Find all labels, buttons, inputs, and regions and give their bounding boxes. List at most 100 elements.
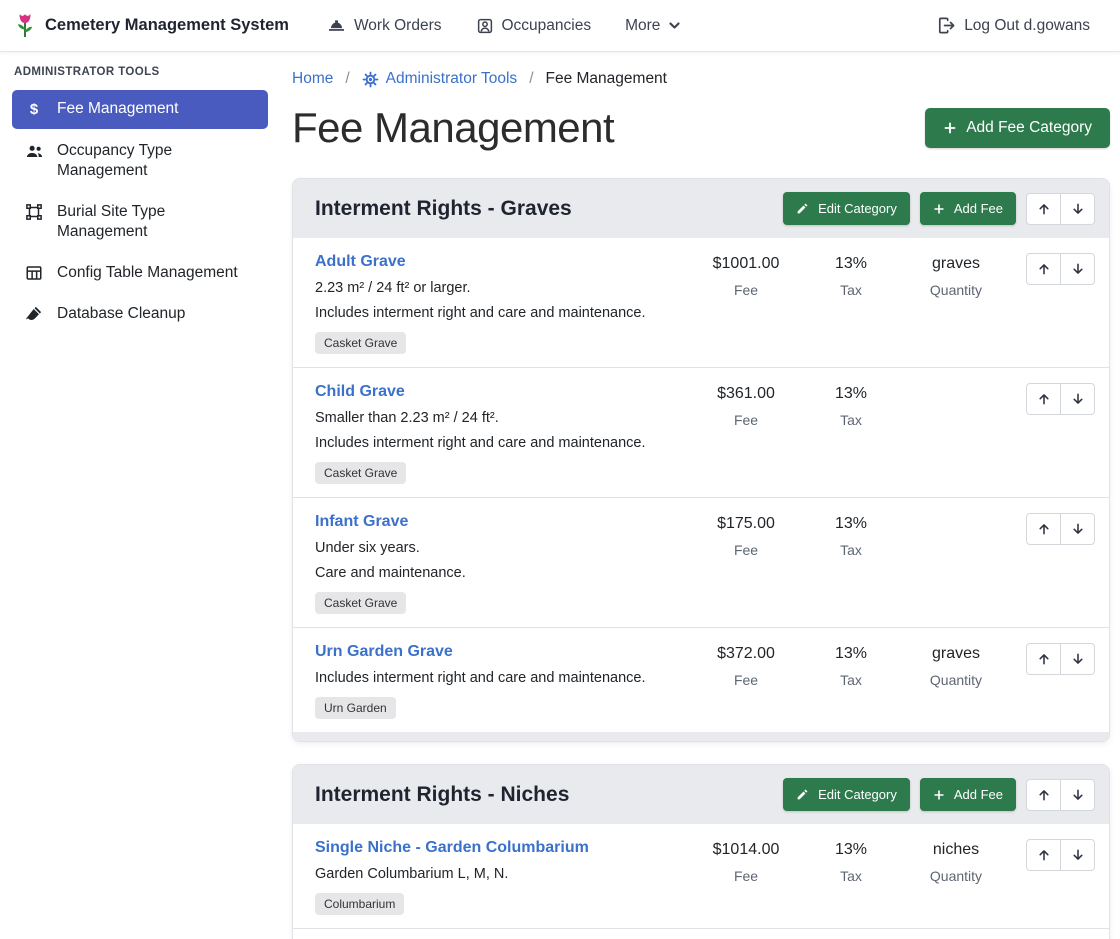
plus-icon <box>933 203 945 215</box>
fee-amount-column: $1014.00 Fee <box>691 839 801 884</box>
arrow-down-icon <box>1071 848 1085 862</box>
fee-amount-column: $175.00 Fee <box>691 513 801 558</box>
fee-amount-label: Fee <box>691 542 801 558</box>
edit-category-button[interactable]: Edit Category <box>783 778 910 811</box>
fee-type-badge: Urn Garden <box>315 697 396 719</box>
occupancies-icon <box>476 17 494 35</box>
sidebar-item-label: Occupancy Type Management <box>57 141 256 181</box>
arrow-up-icon <box>1037 848 1051 862</box>
fee-quantity-column: niches Quantity <box>901 839 1011 884</box>
move-category-down-button[interactable] <box>1060 779 1095 811</box>
edit-category-label: Edit Category <box>818 787 897 802</box>
breadcrumb-home-link[interactable]: Home <box>292 70 333 88</box>
add-fee-label: Add Fee <box>954 787 1003 802</box>
fee-amount-value: $1014.00 <box>691 841 801 859</box>
fee-description: Garden Columbarium L, M, N. <box>315 866 691 882</box>
vector-square-icon <box>24 203 44 221</box>
arrow-down-icon <box>1071 788 1085 802</box>
fee-type-badge: Casket Grave <box>315 462 406 484</box>
main-content: Home / Administrator Tools / Fee Managem… <box>280 52 1120 939</box>
gear-icon <box>362 71 379 88</box>
move-fee-down-button[interactable] <box>1060 643 1095 675</box>
fee-quantity-column: graves Quantity <box>901 253 1011 298</box>
move-fee-up-button[interactable] <box>1026 839 1061 871</box>
logout-button[interactable]: Log Out d.gowans <box>925 8 1102 43</box>
fee-name-link[interactable]: Urn Garden Grave <box>315 643 453 661</box>
edit-category-label: Edit Category <box>818 201 897 216</box>
fee-row: Infant Grave Under six years. Care and ma… <box>293 498 1109 628</box>
move-fee-up-button[interactable] <box>1026 643 1061 675</box>
move-fee-down-button[interactable] <box>1060 513 1095 545</box>
fee-tax-value: 13% <box>801 385 901 403</box>
category-header: Interment Rights - Graves Edit Category … <box>293 179 1109 238</box>
fee-info: Infant Grave Under six years. Care and ma… <box>315 513 691 614</box>
fee-description: Under six years. <box>315 540 691 556</box>
fee-quantity-label: Quantity <box>901 672 1011 688</box>
move-fee-up-button[interactable] <box>1026 513 1061 545</box>
fee-description: Care and maintenance. <box>315 565 691 581</box>
fee-tax-value: 13% <box>801 841 901 859</box>
add-fee-button[interactable]: Add Fee <box>920 192 1016 225</box>
fee-tax-column: 13% Tax <box>801 513 901 558</box>
fee-name-link[interactable]: Adult Grave <box>315 253 406 271</box>
move-fee-down-button[interactable] <box>1060 253 1095 285</box>
fee-tax-column: 13% Tax <box>801 253 901 298</box>
nav-more-label: More <box>625 17 660 35</box>
app: { "navbar": { "brand": "Cemetery Managem… <box>0 0 1120 939</box>
fee-name-link[interactable]: Single Niche - Garden Columbarium <box>315 839 589 857</box>
fee-category-card: Interment Rights - Niches Edit Category … <box>292 764 1110 939</box>
move-fee-up-button[interactable] <box>1026 383 1061 415</box>
move-category-up-button[interactable] <box>1026 193 1061 225</box>
sidebar-heading: ADMINISTRATOR TOOLS <box>14 66 266 78</box>
nav-more[interactable]: More <box>613 9 693 43</box>
category-actions: Edit Category Add Fee <box>783 778 1095 811</box>
fee-category-card: Interment Rights - Graves Edit Category … <box>292 178 1110 742</box>
fee-name-link[interactable]: Child Grave <box>315 383 405 401</box>
move-category-up-button[interactable] <box>1026 779 1061 811</box>
sidebar-item-burial-site-type-management[interactable]: Burial Site Type Management <box>12 193 268 251</box>
nav-work-orders[interactable]: Work Orders <box>315 8 454 43</box>
sidebar-item-fee-management[interactable]: $ Fee Management <box>12 90 268 129</box>
fee-amount-column: $1001.00 Fee <box>691 253 801 298</box>
fee-amount-label: Fee <box>691 412 801 428</box>
add-fee-button[interactable]: Add Fee <box>920 778 1016 811</box>
sidebar-item-label: Config Table Management <box>57 263 238 283</box>
move-category-down-button[interactable] <box>1060 193 1095 225</box>
fee-quantity-column <box>901 383 1011 394</box>
add-fee-category-label: Add Fee Category <box>966 119 1092 137</box>
move-fee-up-button[interactable] <box>1026 253 1061 285</box>
fee-amount-column: $372.00 Fee <box>691 643 801 688</box>
fee-amount-value: $372.00 <box>691 645 801 663</box>
app-brand[interactable]: Cemetery Management System <box>14 12 289 39</box>
people-icon <box>24 142 44 161</box>
breadcrumb-admin-tools-label: Administrator Tools <box>386 70 518 88</box>
add-fee-category-button[interactable]: Add Fee Category <box>925 108 1110 148</box>
fee-descriptions: Smaller than 2.23 m² / 24 ft².Includes i… <box>315 410 691 451</box>
page-title: Fee Management <box>292 104 614 152</box>
fee-type-badge: Casket Grave <box>315 592 406 614</box>
plus-icon <box>943 121 957 135</box>
fee-name-link[interactable]: Infant Grave <box>315 513 408 531</box>
sidebar-item-config-table-management[interactable]: Config Table Management <box>12 254 268 292</box>
fee-amount-label: Fee <box>691 282 801 298</box>
category-header: Interment Rights - Niches Edit Category … <box>293 765 1109 824</box>
arrow-down-icon <box>1071 392 1085 406</box>
breadcrumb-separator: / <box>529 70 533 88</box>
sidebar-item-occupancy-type-management[interactable]: Occupancy Type Management <box>12 132 268 190</box>
nav-occupancies-label: Occupancies <box>502 17 592 35</box>
arrow-up-icon <box>1037 262 1051 276</box>
sidebar-item-label: Burial Site Type Management <box>57 202 256 242</box>
dollar-icon: $ <box>24 100 44 120</box>
chevron-down-icon <box>668 19 681 32</box>
arrow-down-icon <box>1071 262 1085 276</box>
breadcrumb-admin-tools-link[interactable]: Administrator Tools <box>362 70 518 88</box>
broom-icon <box>24 305 44 323</box>
fee-reorder-group <box>1026 383 1095 415</box>
nav-occupancies[interactable]: Occupancies <box>464 9 604 43</box>
move-fee-down-button[interactable] <box>1060 383 1095 415</box>
pencil-icon <box>796 788 809 801</box>
sidebar-item-database-cleanup[interactable]: Database Cleanup <box>12 295 268 333</box>
move-fee-down-button[interactable] <box>1060 839 1095 871</box>
fee-type-badge: Casket Grave <box>315 332 406 354</box>
edit-category-button[interactable]: Edit Category <box>783 192 910 225</box>
